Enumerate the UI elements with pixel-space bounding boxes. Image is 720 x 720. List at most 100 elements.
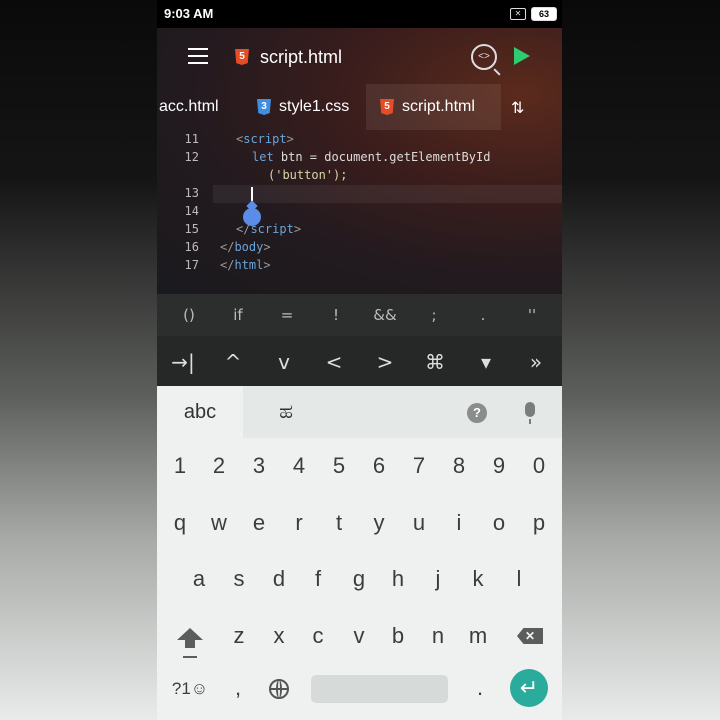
help-icon[interactable]: ? — [467, 403, 487, 423]
dropdown-icon[interactable]: ▾ — [466, 350, 506, 374]
key-o[interactable]: o — [481, 510, 517, 536]
more-icon[interactable]: » — [516, 350, 556, 374]
html5-icon: 5 — [380, 99, 394, 115]
code-text: btn = document.getElementById — [273, 150, 491, 164]
code-line: </html> — [220, 258, 271, 272]
arrow-left-icon[interactable]: < — [314, 350, 354, 374]
file-title: 5 script.html — [235, 46, 342, 68]
tab-label: script.html — [402, 98, 475, 115]
key-period[interactable]: . — [462, 675, 498, 701]
navigation-bar: →| ^ v < > ⌘ ▾ » — [157, 336, 562, 386]
shift-icon[interactable] — [177, 628, 203, 648]
enter-icon[interactable]: ↵ — [510, 669, 548, 707]
current-line-highlight — [213, 185, 562, 203]
keyboard: abc ಹ ? 1 2 3 4 5 6 7 8 9 0 q w e r t y … — [157, 386, 562, 720]
sim-x-icon: ✕ — [510, 8, 526, 20]
key-1[interactable]: 1 — [162, 453, 198, 479]
space-bar[interactable] — [311, 675, 448, 703]
status-bar: 9:03 AM ✕ 63 — [157, 0, 562, 28]
symbol-key[interactable]: if — [218, 306, 258, 324]
key-l[interactable]: l — [501, 566, 537, 592]
code-line: <script> — [236, 132, 294, 146]
symbol-key[interactable]: '' — [512, 306, 552, 324]
tag-bracket: > — [263, 240, 271, 254]
key-w[interactable]: w — [201, 510, 237, 536]
key-s[interactable]: s — [221, 566, 257, 592]
key-y[interactable]: y — [361, 510, 397, 536]
symbol-key[interactable]: . — [463, 306, 503, 324]
mic-icon[interactable] — [525, 402, 535, 424]
tab-label: style1.css — [279, 98, 350, 115]
tag-name: html — [234, 258, 264, 272]
line-number: 14 — [184, 204, 199, 218]
symbol-key[interactable]: () — [169, 306, 209, 324]
key-i[interactable]: i — [441, 510, 477, 536]
tag-bracket: </ — [220, 258, 235, 272]
code-line: </body> — [220, 240, 271, 254]
keyboard-tab-script[interactable]: ಹ — [243, 386, 329, 438]
sort-icon[interactable]: ⇅ — [511, 98, 524, 118]
key-a[interactable]: a — [181, 566, 217, 592]
tab-acc-html[interactable]: acc.html — [159, 84, 249, 130]
key-5[interactable]: 5 — [321, 453, 357, 479]
key-f[interactable]: f — [300, 566, 336, 592]
key-x[interactable]: x — [261, 623, 297, 649]
symbol-key[interactable]: ; — [414, 306, 454, 324]
key-t[interactable]: t — [321, 510, 357, 536]
play-icon[interactable] — [514, 47, 530, 65]
key-e[interactable]: e — [241, 510, 277, 536]
key-q[interactable]: q — [162, 510, 198, 536]
code-line: ('button'); — [268, 168, 347, 182]
key-u[interactable]: u — [401, 510, 437, 536]
key-g[interactable]: g — [341, 566, 377, 592]
arrow-up-icon[interactable]: ^ — [213, 350, 253, 374]
line-number: 12 — [184, 150, 199, 164]
key-b[interactable]: b — [380, 623, 416, 649]
line-number: 15 — [184, 222, 199, 236]
html5-icon: 5 — [235, 49, 249, 65]
tab-style1-css[interactable]: 3 style1.css — [257, 84, 357, 130]
key-z[interactable]: z — [221, 623, 257, 649]
tab-script-html[interactable]: 5 script.html — [366, 84, 501, 130]
command-icon[interactable]: ⌘ — [415, 350, 455, 374]
key-4[interactable]: 4 — [281, 453, 317, 479]
symbols-key[interactable]: ?1☺ — [165, 679, 215, 699]
line-number: 13 — [184, 186, 199, 200]
key-6[interactable]: 6 — [361, 453, 397, 479]
key-j[interactable]: j — [420, 566, 456, 592]
key-v[interactable]: v — [341, 623, 377, 649]
tab-label: acc.html — [159, 98, 219, 115]
key-p[interactable]: p — [521, 510, 557, 536]
code-editor[interactable]: 11 <script> 12 let btn = document.getEle… — [157, 130, 562, 280]
arrow-down-icon[interactable]: v — [264, 350, 304, 374]
key-3[interactable]: 3 — [241, 453, 277, 479]
key-2[interactable]: 2 — [201, 453, 237, 479]
symbol-key[interactable]: = — [267, 306, 307, 324]
hamburger-icon[interactable] — [188, 48, 208, 64]
code-line: let btn = document.getElementById — [252, 150, 490, 164]
symbol-key[interactable]: ! — [316, 306, 356, 324]
globe-icon[interactable] — [269, 679, 289, 699]
key-k[interactable]: k — [460, 566, 496, 592]
tab-key-icon[interactable]: →| — [163, 350, 203, 374]
keyboard-tab-abc[interactable]: abc — [157, 386, 243, 438]
symbol-key[interactable]: && — [365, 306, 405, 324]
key-r[interactable]: r — [281, 510, 317, 536]
backspace-icon[interactable]: ✕ — [517, 628, 543, 644]
cursor-handle[interactable] — [243, 208, 261, 226]
key-c[interactable]: c — [300, 623, 336, 649]
line-number: 16 — [184, 240, 199, 254]
key-8[interactable]: 8 — [441, 453, 477, 479]
key-n[interactable]: n — [420, 623, 456, 649]
key-comma[interactable]: , — [220, 675, 256, 701]
preview-icon[interactable]: <> — [471, 44, 497, 70]
key-7[interactable]: 7 — [401, 453, 437, 479]
tag-bracket: > — [293, 222, 302, 236]
arrow-right-icon[interactable]: > — [365, 350, 405, 374]
key-9[interactable]: 9 — [481, 453, 517, 479]
key-h[interactable]: h — [380, 566, 416, 592]
key-0[interactable]: 0 — [521, 453, 557, 479]
key-d[interactable]: d — [261, 566, 297, 592]
phone-screen: 9:03 AM ✕ 63 5 script.html <> acc.html 3… — [157, 0, 562, 720]
key-m[interactable]: m — [460, 623, 496, 649]
